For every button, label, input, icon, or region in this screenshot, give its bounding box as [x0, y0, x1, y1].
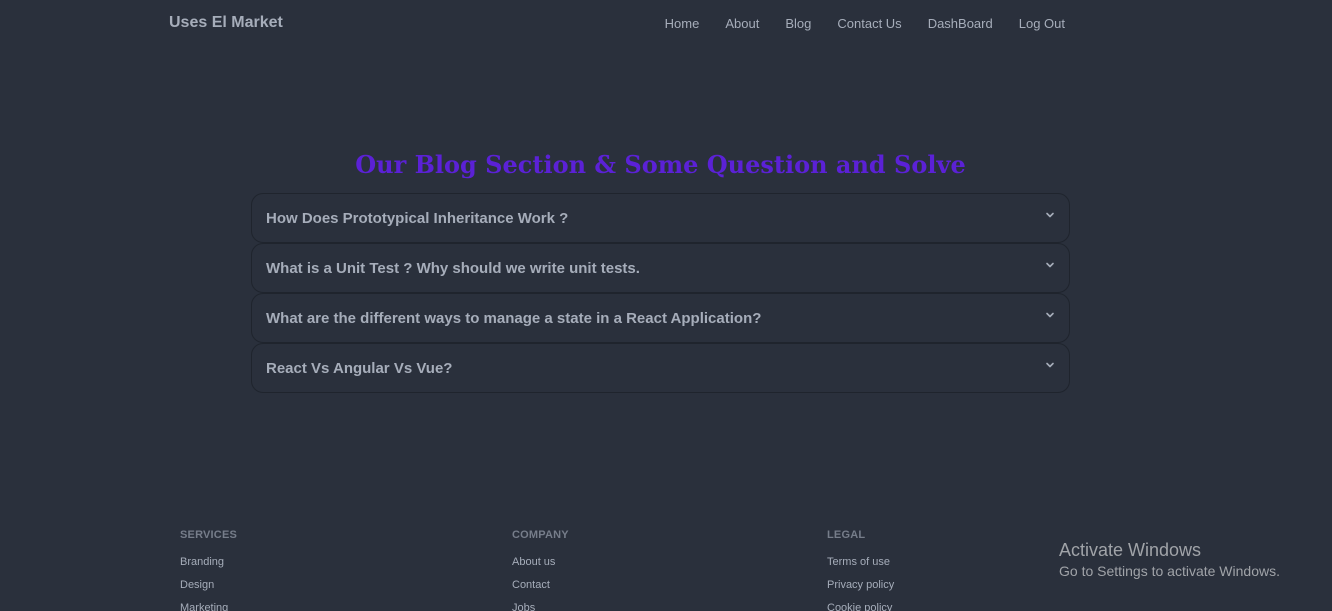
footer-legal: LEGAL Terms of use Privacy policy Cookie…: [827, 529, 894, 611]
nav-contact-us[interactable]: Contact Us: [837, 16, 901, 31]
footer-heading: SERVICES: [180, 529, 238, 541]
accordion-item-react-state[interactable]: What are the different ways to manage a …: [251, 293, 1070, 343]
nav-log-out[interactable]: Log Out: [1019, 16, 1065, 31]
accordion-question: React Vs Angular Vs Vue?: [266, 360, 453, 377]
footer-link-cookie[interactable]: Cookie policy: [827, 602, 894, 611]
nav-dashboard[interactable]: DashBoard: [928, 16, 993, 31]
accordion-item-prototypical-inheritance[interactable]: How Does Prototypical Inheritance Work ?: [251, 193, 1070, 243]
footer-heading: LEGAL: [827, 529, 866, 541]
accordion-item-frameworks[interactable]: React Vs Angular Vs Vue?: [251, 343, 1070, 393]
windows-activation-watermark: Activate Windows Go to Settings to activ…: [1059, 539, 1280, 582]
brand-logo[interactable]: Uses El Market: [169, 14, 283, 32]
accordion-item-unit-test[interactable]: What is a Unit Test ? Why should we writ…: [251, 243, 1070, 293]
footer-link-about-us[interactable]: About us: [512, 556, 569, 579]
faq-accordion: How Does Prototypical Inheritance Work ?…: [251, 193, 1070, 393]
footer-link-marketing[interactable]: Marketing: [180, 602, 237, 611]
footer-services: SERVICES Branding Design Marketing: [180, 529, 237, 611]
nav-blog[interactable]: Blog: [785, 16, 811, 31]
accordion-question: How Does Prototypical Inheritance Work ?: [266, 210, 569, 227]
footer-heading: COMPANY: [512, 529, 569, 541]
watermark-subtitle: Go to Settings to activate Windows.: [1059, 563, 1280, 579]
footer-link-design[interactable]: Design: [180, 579, 237, 602]
footer-link-branding[interactable]: Branding: [180, 556, 237, 579]
nav-links: Home About Blog Contact Us DashBoard Log…: [639, 16, 1065, 31]
chevron-down-icon: [1046, 212, 1054, 218]
chevron-down-icon: [1046, 362, 1054, 368]
footer-company: COMPANY About us Contact Jobs: [512, 529, 569, 611]
nav-home[interactable]: Home: [665, 16, 700, 31]
nav-about[interactable]: About: [725, 16, 759, 31]
footer-link-contact[interactable]: Contact: [512, 579, 569, 602]
chevron-down-icon: [1046, 312, 1054, 318]
footer-link-privacy[interactable]: Privacy policy: [827, 579, 894, 602]
accordion-question: What is a Unit Test ? Why should we writ…: [266, 260, 640, 277]
navbar: Uses El Market Home About Blog Contact U…: [0, 0, 1332, 48]
footer-link-jobs[interactable]: Jobs: [512, 602, 569, 611]
watermark-title: Activate Windows: [1059, 540, 1202, 560]
footer-link-terms[interactable]: Terms of use: [827, 556, 894, 579]
page-title: Our Blog Section & Some Question and Sol…: [355, 150, 966, 179]
accordion-question: What are the different ways to manage a …: [266, 310, 762, 327]
chevron-down-icon: [1046, 262, 1054, 268]
